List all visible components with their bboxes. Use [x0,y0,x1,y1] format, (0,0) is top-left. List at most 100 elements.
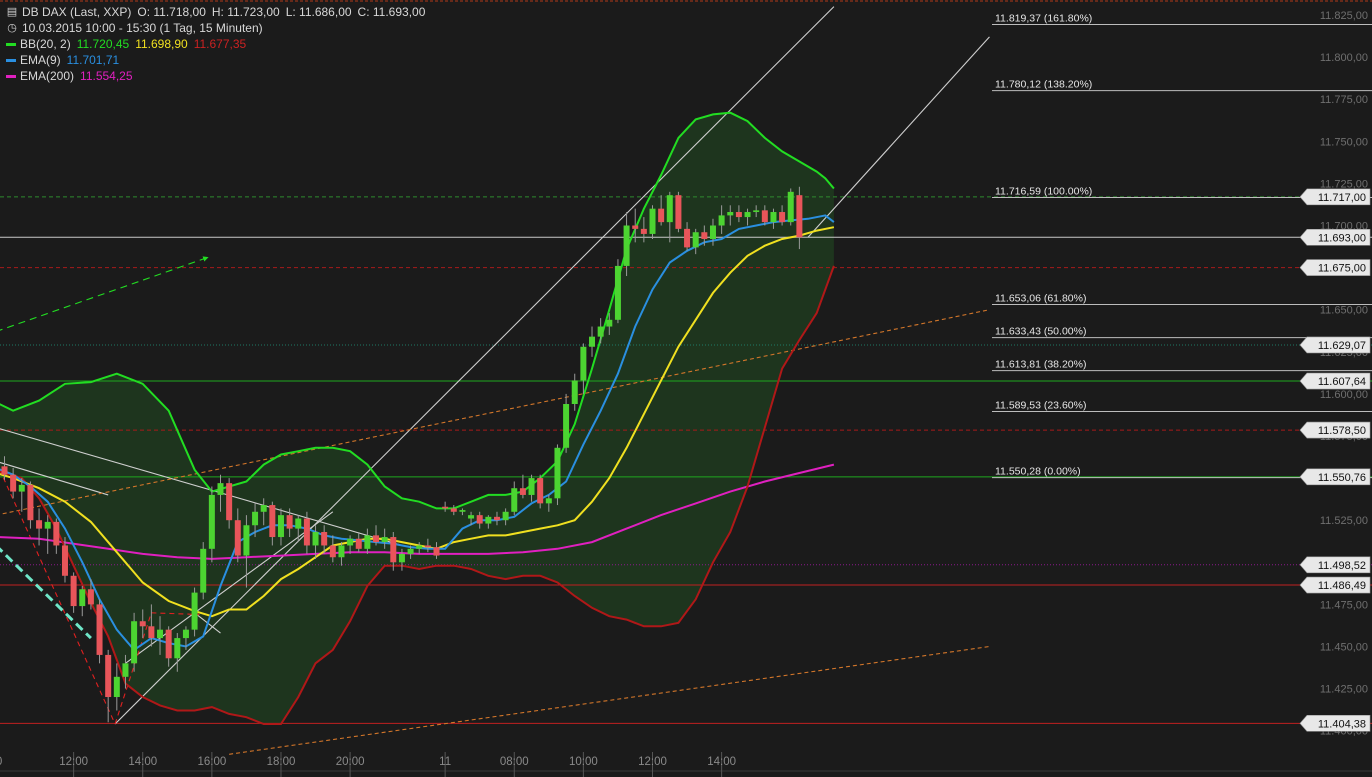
bb-upper-value: 11.720,45 [76,37,130,51]
candle-body [545,498,552,504]
open-value: O: 11.718,00 [137,5,206,19]
candle[interactable] [131,612,138,672]
chart-bars-icon: ▤ [6,6,18,18]
candle-body [753,210,760,213]
candle-body [131,621,138,664]
bb-label: BB(20, 2) [20,37,71,51]
candle-body [122,663,129,677]
candle-body [44,521,51,529]
candle-body [217,483,224,495]
candle[interactable] [96,599,103,664]
candle-body [321,531,328,546]
candle-body [563,404,570,448]
candle-body [493,516,500,521]
candle-body [770,212,777,223]
candle-body [157,629,164,639]
candle-body [10,474,17,492]
candle-body [735,212,742,218]
fib-level-label: 11.653,06 (61.80%) [995,293,1086,305]
candle-body [191,592,198,630]
candlestick-chart[interactable]: 11.819,37 (161.80%) 11.780,12 (138.20%) 11… [0,0,1372,777]
candle[interactable] [554,444,561,506]
badge-label: 11.717,00 [1318,192,1366,204]
candle-body [381,537,388,543]
candle-body [675,195,682,229]
instrument-name[interactable]: DB DAX (Last, XXP) [22,4,131,20]
time-tick-label: 14:00 [128,756,157,768]
candle[interactable] [200,542,207,600]
candle[interactable] [649,205,656,239]
candle-body [744,212,751,218]
price-tick-label: 11.450,00 [1320,642,1368,654]
candle-body [571,380,578,405]
candle-body [347,538,354,546]
candle-body [528,478,535,495]
candle-body [407,548,414,554]
candle-body [182,629,189,639]
price-tick-label: 11.475,00 [1320,599,1368,611]
legend-header-row: ▤ DB DAX (Last, XXP) O: 11.718,00 H: 11.… [6,4,426,20]
candle[interactable] [537,474,544,509]
time-tick-label: 08:00 [500,756,529,768]
candle-body [165,629,172,659]
fib-level-label: 11.716,59 (100.00%) [995,186,1092,198]
candle-body [589,336,596,347]
candle-body [761,210,768,223]
candle-body [476,515,483,524]
candle-body [779,212,786,223]
price-tick-label: 11.825,00 [1320,10,1368,22]
fib-level-label: 11.633,43 (50.00%) [995,326,1086,338]
candle-body [623,225,630,266]
candle-body [355,538,362,549]
candle-body [511,488,518,512]
candle-body [442,506,449,509]
candle[interactable] [675,191,682,233]
candle-body [312,531,319,546]
time-tick-label: 12:00 [638,756,667,768]
candle-body [433,547,440,556]
candle-body [61,545,68,576]
candle-body [148,626,155,639]
candle-body [269,505,276,538]
legend-session-row: ◷ 10.03.2015 10:00 - 15:30 (1 Tag, 15 Mi… [6,20,425,36]
price-badge: 11.607,64 [1299,372,1371,390]
badge-label: 11.693,00 [1318,232,1366,244]
legend-bb-row[interactable]: BB(20, 2) 11.720,45 11.698,90 11.677,35 [6,36,425,52]
candle-body [502,511,509,521]
candle-body [416,545,423,549]
candle-body [1,466,8,475]
candle-body [36,520,43,529]
candle-body [139,621,146,627]
legend-ema9-row[interactable]: EMA(9) 11.701,71 [6,52,425,68]
candle-body [580,346,587,381]
price-badge: 11.404,38 [1299,715,1371,732]
candle-body [105,654,112,698]
candle[interactable] [787,188,794,226]
price-badge: 11.693,00 [1299,228,1371,246]
ema200-label: EMA(200) [20,69,75,83]
candle-body [286,515,293,529]
time-tick-label: 00 [0,756,2,768]
time-tick-label: 12:00 [59,756,88,768]
candle-body [468,515,475,519]
fib-level-label: 11.613,81 (38.20%) [995,359,1086,371]
badge-label: 11.607,64 [1318,376,1366,388]
legend-ema200-row[interactable]: EMA(200) 11.554,25 [6,68,425,84]
candle-body [796,195,803,238]
session-info: 10.03.2015 10:00 - 15:30 (1 Tag, 15 Minu… [22,21,263,35]
candle-body [79,589,86,607]
time-tick-label: 18:00 [267,756,296,768]
candle-body [614,265,621,320]
candle[interactable] [614,259,621,324]
candle-body [364,535,371,549]
candle-body [640,228,647,234]
ema9-swatch [6,58,16,62]
ema9-label: EMA(9) [20,53,61,67]
high-value: H: 11.723,00 [211,5,280,19]
candle[interactable] [191,587,198,637]
candle-body [200,548,207,593]
candle-body [701,232,708,239]
candle-body [649,208,656,234]
time-tick-label: 20:00 [336,756,365,768]
candle-body [554,447,561,499]
